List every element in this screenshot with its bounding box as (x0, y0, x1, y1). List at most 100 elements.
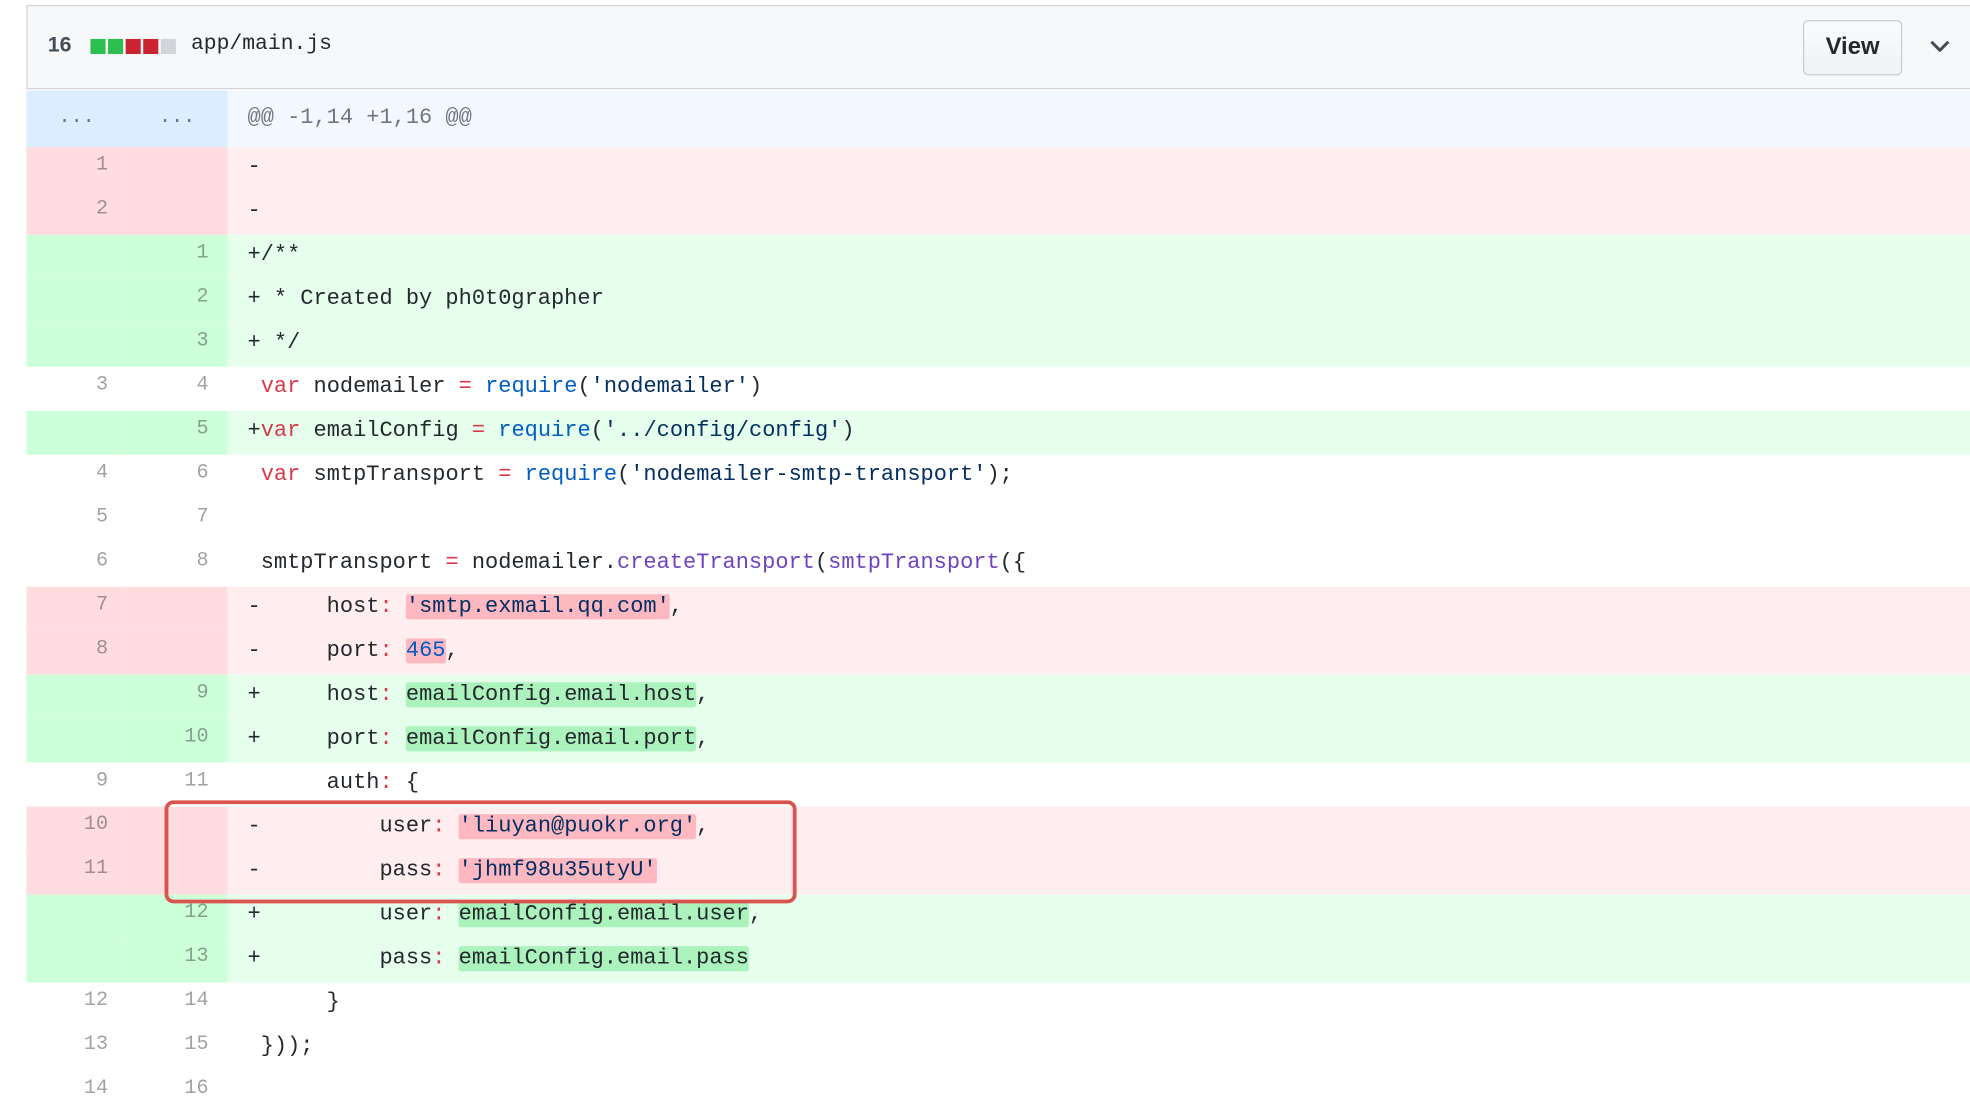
code-token: nodemailer. (458, 550, 617, 576)
code-token: , (696, 814, 710, 840)
old-line-number[interactable]: 1 (26, 146, 127, 191)
diff-view: 16 app/main.js View ... ... @@ -1,14 +1,… (0, 0, 1970, 1108)
code-line: - (227, 190, 1970, 235)
hunk-expand-old[interactable]: ... (26, 90, 127, 147)
old-line-number[interactable]: 5 (26, 498, 127, 543)
code-token: , (669, 594, 684, 620)
code-line: + pass: emailConfig.email.pass (227, 938, 1970, 983)
deleted-line-row: 8 - port: 465, (26, 630, 1970, 675)
old-line-number[interactable] (26, 938, 127, 983)
new-line-number[interactable]: 14 (126, 982, 228, 1027)
old-line-number[interactable]: 3 (26, 366, 127, 411)
new-line-number[interactable]: 15 (126, 1026, 228, 1071)
changed-token: 465 (405, 638, 446, 664)
code-token: smtpTransport (828, 550, 1000, 576)
new-line-number[interactable]: 7 (126, 498, 228, 543)
old-line-number[interactable] (26, 718, 127, 763)
added-line-row: 5 +var emailConfig = require('../config/c… (26, 410, 1970, 455)
old-line-number[interactable]: 14 (26, 1070, 127, 1108)
changed-token: emailConfig.email.port (405, 726, 697, 752)
deleted-line-row: 11 - pass: 'jhmf98u35utyU' (26, 850, 1970, 895)
old-line-number[interactable]: 11 (26, 850, 127, 895)
new-line-number[interactable] (126, 850, 228, 895)
diffstat-block (108, 38, 124, 55)
file-path[interactable]: app/main.js (191, 33, 332, 57)
code-token: 'nodemailer' (590, 374, 750, 400)
new-line-number[interactable] (126, 146, 228, 191)
new-line-number[interactable]: 6 (126, 454, 228, 499)
new-line-number[interactable] (126, 190, 228, 235)
code-token: ({ (999, 550, 1027, 576)
new-line-number[interactable]: 12 (126, 894, 228, 939)
code-line: var smtpTransport = require('nodemailer-… (227, 454, 1970, 499)
added-line-row: 12 + user: emailConfig.email.user, (26, 894, 1970, 939)
old-line-number[interactable]: 9 (26, 762, 127, 807)
code-token: + host (247, 682, 380, 708)
new-line-number[interactable] (126, 806, 228, 851)
old-line-number[interactable]: 6 (26, 542, 127, 587)
code-line: - port: 465, (227, 630, 1970, 675)
old-line-number[interactable]: 12 (26, 982, 127, 1027)
old-line-number[interactable] (26, 278, 127, 323)
old-line-number[interactable] (26, 322, 127, 367)
new-line-number[interactable]: 3 (126, 322, 228, 367)
code-token: + pass (247, 946, 433, 972)
code-token: + */ (247, 330, 301, 356)
old-line-number[interactable] (26, 234, 127, 279)
code-token: : (379, 594, 393, 620)
code-token: = (445, 550, 459, 576)
old-line-number[interactable] (26, 894, 127, 939)
new-line-number[interactable]: 16 (126, 1070, 228, 1108)
old-line-number[interactable] (26, 674, 127, 719)
new-line-number[interactable]: 10 (126, 718, 228, 763)
context-line-row: 9 11 auth: { (26, 762, 1970, 807)
hunk-header-text: @@ -1,14 +1,16 @@ (227, 90, 1970, 147)
code-line: - user: 'liuyan@puokr.org', (227, 806, 1970, 851)
old-line-number[interactable]: 7 (26, 586, 127, 631)
old-line-number[interactable]: 13 (26, 1026, 127, 1071)
new-line-number[interactable]: 13 (126, 938, 228, 983)
code-token: + user (247, 902, 433, 928)
code-token: var (260, 462, 301, 488)
old-line-number[interactable]: 2 (26, 190, 127, 235)
code-token: : (432, 814, 446, 840)
code-token: ( (814, 550, 829, 576)
new-line-number[interactable]: 1 (126, 234, 228, 279)
new-line-number[interactable]: 8 (126, 542, 228, 587)
old-line-number[interactable] (26, 410, 127, 455)
code-token: ( (590, 418, 604, 444)
old-line-number[interactable]: 8 (26, 630, 127, 675)
code-token: { (392, 770, 420, 796)
diffstat-block (143, 38, 159, 55)
new-line-number[interactable] (126, 630, 228, 675)
code-token: : (379, 638, 393, 664)
new-line-number[interactable]: 9 (126, 674, 228, 719)
new-line-number[interactable]: 2 (126, 278, 228, 323)
code-token: , (445, 638, 459, 664)
new-line-number[interactable] (126, 586, 228, 631)
deleted-line-row: 2- (26, 190, 1970, 235)
changed-token: 'jhmf98u35utyU' (458, 858, 657, 884)
chevron-down-icon[interactable] (1927, 34, 1952, 59)
code-token: = (458, 374, 472, 400)
new-line-number[interactable]: 11 (126, 762, 228, 807)
new-line-number[interactable]: 5 (126, 410, 228, 455)
hunk-header-row: ... ... @@ -1,14 +1,16 @@ (26, 90, 1970, 147)
view-file-button[interactable]: View (1802, 20, 1903, 76)
old-line-number[interactable]: 10 (26, 806, 127, 851)
file-header: 16 app/main.js View (26, 5, 1970, 90)
hunk-expand-new[interactable]: ... (126, 90, 228, 147)
old-line-number[interactable]: 4 (26, 454, 127, 499)
new-line-number[interactable]: 4 (126, 366, 228, 411)
code-line: + user: emailConfig.email.user, (227, 894, 1970, 939)
code-token: : (379, 682, 393, 708)
code-token: require (485, 374, 578, 400)
context-line-row: 13 15 })); (26, 1026, 1970, 1071)
code-token: - user (247, 814, 433, 840)
